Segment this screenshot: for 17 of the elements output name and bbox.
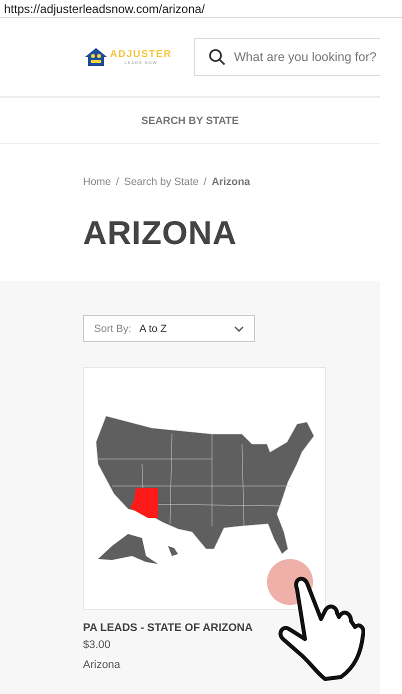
sort-value: A to Z <box>139 322 168 334</box>
product-category: Arizona <box>83 659 122 671</box>
breadcrumb-link[interactable]: Arizona <box>212 176 250 188</box>
sort-dropdown[interactable]: Sort By: A to Z <box>83 315 255 342</box>
logo-name: ADJUSTER <box>110 49 172 60</box>
page-title: ARIZONA <box>83 214 238 252</box>
nav-link[interactable]: SEARCH BY STATE <box>141 114 239 126</box>
breadcrumb-link[interactable]: Search by State <box>124 176 199 188</box>
sort-label: Sort By: <box>94 322 132 334</box>
product-price: $3.00 <box>83 639 112 651</box>
house-logo-icon <box>84 47 108 67</box>
breadcrumb-separator: / <box>116 176 119 188</box>
search-field[interactable]: What are you looking for? <box>194 38 380 76</box>
chevron-down-icon <box>234 326 244 332</box>
product-image[interactable] <box>83 367 326 610</box>
breadcrumb-separator: / <box>204 176 207 188</box>
breadcrumb-link[interactable]: Home <box>83 176 112 188</box>
